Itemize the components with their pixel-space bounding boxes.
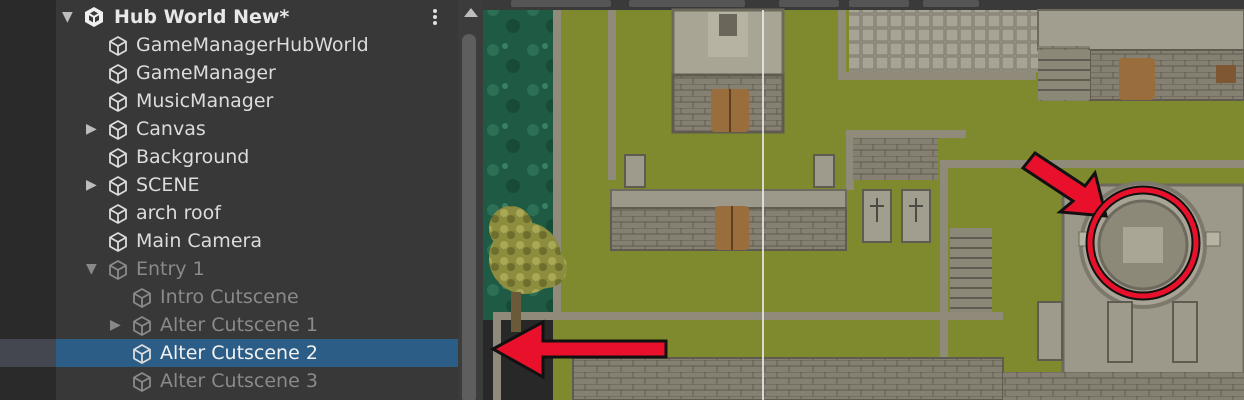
- gameobject-cube-icon: [109, 64, 127, 84]
- gameobject-cube-icon: [109, 148, 127, 168]
- hierarchy-item-label: MusicManager: [136, 90, 274, 112]
- gameobject-cube-icon: [109, 120, 127, 140]
- hierarchy-item-label: Intro Cutscene: [160, 286, 299, 308]
- hierarchy-item[interactable]: arch roof: [0, 199, 458, 227]
- hierarchy-item-label: Entry 1: [136, 258, 205, 280]
- scene-view[interactable]: [483, 0, 1244, 400]
- scene-header[interactable]: ▼ Hub World New*: [0, 3, 458, 31]
- gameobject-cube-icon: [133, 372, 151, 392]
- foldout-expanded-icon[interactable]: ▼: [86, 261, 97, 277]
- scene-title: Hub World New*: [114, 6, 290, 28]
- gameobject-cube-icon: [133, 344, 151, 364]
- gameobject-cube-icon: [109, 36, 127, 56]
- hierarchy-item-label: Canvas: [136, 118, 206, 140]
- hierarchy-item-label: Alter Cutscene 1: [160, 314, 318, 336]
- hierarchy-item[interactable]: Alter Cutscene 2: [0, 339, 458, 367]
- scrollbar-thumb[interactable]: [462, 34, 476, 400]
- selection-gutter: [0, 339, 56, 367]
- gameobject-cube-icon: [109, 92, 127, 112]
- hierarchy-item-label: SCENE: [136, 174, 200, 196]
- hierarchy-item[interactable]: GameManager: [0, 59, 458, 87]
- hierarchy-item[interactable]: Background: [0, 143, 458, 171]
- gameobject-cube-icon: [133, 316, 151, 336]
- gameobject-cube-icon: [109, 176, 127, 196]
- hierarchy-item[interactable]: ▼ Entry 1: [0, 255, 458, 283]
- hierarchy-item[interactable]: Main Camera: [0, 227, 458, 255]
- unity-logo-icon: [85, 7, 103, 27]
- scene-foldout-icon[interactable]: ▼: [62, 9, 73, 25]
- hierarchy-item-label: arch roof: [136, 202, 221, 224]
- foldout-arrow-icon[interactable]: ▶: [110, 317, 121, 333]
- hierarchy-item-label: Background: [136, 146, 250, 168]
- hierarchy-item[interactable]: ▶ Alter Cutscene 1: [0, 311, 458, 339]
- foldout-arrow-icon[interactable]: ▶: [86, 177, 97, 193]
- scroll-up-icon[interactable]: [464, 8, 478, 17]
- hierarchy-item-label: GameManager: [136, 62, 276, 84]
- gameobject-cube-icon: [109, 204, 127, 224]
- hierarchy-item[interactable]: MusicManager: [0, 87, 458, 115]
- gameobject-cube-icon: [133, 288, 151, 308]
- hierarchy-item[interactable]: ▶ Canvas: [0, 115, 458, 143]
- kebab-menu-icon[interactable]: [428, 8, 442, 28]
- hierarchy-item[interactable]: Alter Cutscene 3: [0, 367, 458, 395]
- hierarchy-item[interactable]: GameManagerHubWorld: [0, 31, 458, 59]
- scene-canvas: [483, 0, 1244, 400]
- hierarchy-panel: ▼ Hub World New* GameManagerHubWorld Game…: [0, 0, 483, 400]
- foldout-arrow-icon[interactable]: ▶: [86, 121, 97, 137]
- hierarchy-item-label: Alter Cutscene 2: [160, 342, 318, 364]
- gameobject-cube-icon: [109, 260, 127, 280]
- hierarchy-item-label: Alter Cutscene 3: [160, 370, 318, 392]
- hierarchy-item[interactable]: ▶ SCENE: [0, 171, 458, 199]
- hierarchy-item[interactable]: Intro Cutscene: [0, 283, 458, 311]
- gameobject-cube-icon: [109, 232, 127, 252]
- hierarchy-scrollbar[interactable]: [458, 0, 483, 400]
- hierarchy-item-label: Main Camera: [136, 230, 262, 252]
- hierarchy-item-label: GameManagerHubWorld: [136, 34, 369, 56]
